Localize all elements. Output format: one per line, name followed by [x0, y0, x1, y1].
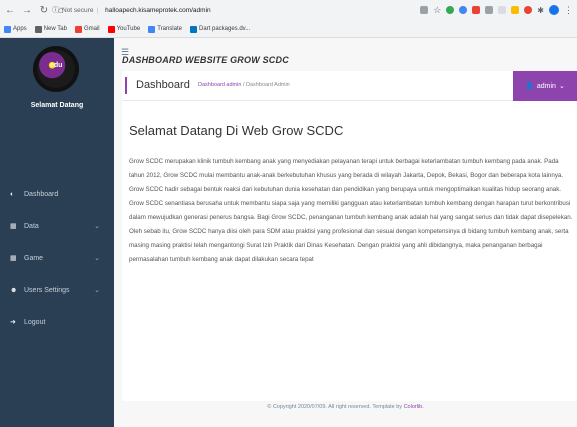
puzzle-icon[interactable]: ✱ [537, 6, 544, 15]
bookmark-label: Dart packages.dv... [198, 26, 251, 32]
extension-icon[interactable] [511, 6, 520, 14]
chevron-down-icon: ⌄ [94, 223, 100, 230]
content-heading: Selamat Datang Di Web Grow SCDC [129, 123, 344, 138]
star-icon[interactable]: ☆ [433, 5, 441, 16]
url-text: halloapech.kisameprotek.com/admin [105, 6, 211, 14]
content-panel: Selamat Datang Di Web Grow SCDC Grow SCD… [122, 101, 577, 401]
site-title: DASHBOARD WEBSITE GROW SCDC [122, 55, 289, 65]
footer: © Copyright 2020/07/09. All right reserv… [114, 404, 577, 410]
breadcrumb-current: Dashboard Admin [246, 82, 290, 88]
dart-icon [189, 25, 197, 33]
profile-avatar[interactable] [549, 5, 559, 15]
address-row: ← → ↻ ⌂ ⓘ Not secure | halloapech.kisame… [0, 0, 577, 20]
header-accent-bar [125, 77, 127, 94]
bookmark-dart[interactable]: Dart packages.dv... [189, 25, 251, 33]
extension-icon[interactable] [420, 6, 429, 14]
footer-text: © Copyright 2020/07/09. All right reserv… [267, 404, 403, 410]
gmail-icon [74, 25, 82, 33]
sidebar-item-label: Data [24, 222, 39, 230]
bookmark-youtube[interactable]: YouTube [107, 25, 141, 33]
sidebar-item-users-settings[interactable]: ☻ Users Settings ⌄ [0, 274, 114, 306]
sidebar-item-dashboard[interactable]: ◐ Dashboard [0, 178, 114, 210]
table-icon: ▦ [10, 255, 17, 262]
chevron-down-icon: ⌄ [94, 255, 100, 262]
sidebar-item-label: Game [24, 254, 44, 262]
sidebar-welcome: Selamat Datang [30, 102, 84, 109]
globe-icon [34, 25, 42, 33]
page-header: Dashboard Dashboard admin / Dashboard Ad… [122, 71, 577, 101]
menu-dots-icon[interactable]: ⋮ [564, 5, 573, 16]
extension-icon[interactable] [485, 6, 494, 14]
logout-icon: ➜ [10, 319, 16, 326]
bookmarks-bar: Apps New Tab Gmail YouTube Translate Dar… [0, 20, 577, 38]
user-menu-label: admin [536, 82, 556, 90]
logo-text: edu [50, 62, 63, 69]
address-bar[interactable]: ⓘ Not secure | halloapech.kisameprotek.c… [52, 3, 432, 17]
reload-icon[interactable]: ↻ [37, 3, 51, 17]
chevron-down-icon: ⌄ [94, 287, 100, 294]
extension-icon[interactable] [446, 6, 455, 14]
sidebar-item-game[interactable]: ▦ Game ⌄ [0, 242, 114, 274]
browser-chrome: ← → ↻ ⌂ ⓘ Not secure | halloapech.kisame… [0, 0, 577, 38]
table-icon: ▦ [10, 223, 17, 230]
sidebar-item-label: Dashboard [24, 190, 59, 198]
extension-icon[interactable] [459, 6, 468, 14]
bookmark-label: YouTube [116, 26, 141, 32]
bookmark-new-tab[interactable]: New Tab [34, 25, 67, 33]
extension-icon[interactable] [524, 6, 533, 14]
youtube-icon [107, 25, 115, 33]
bookmark-label: Gmail [83, 26, 100, 32]
sidebar-item-logout[interactable]: ➜ Logout [0, 306, 114, 338]
security-label: Not secure [62, 6, 94, 14]
breadcrumb: Dashboard admin / Dashboard Admin [198, 82, 290, 88]
sidebar: edu Selamat Datang ◐ Dashboard ▦ Data ⌄ … [0, 38, 114, 427]
info-icon[interactable]: ⓘ [52, 5, 59, 15]
sidebar-item-label: Users Settings [24, 286, 70, 294]
content-paragraph: Grow SCDC merupakan klinik tumbuh kemban… [129, 158, 573, 263]
chevron-down-icon: ⌄ [558, 83, 565, 90]
user-icon: 👤 [525, 83, 534, 90]
bookmark-label: Translate [157, 26, 182, 32]
breadcrumb-separator: / [242, 82, 245, 88]
bookmark-label: Apps [13, 26, 27, 32]
extensions-bar: ☆ ✱ ⋮ [420, 3, 573, 17]
dashboard-icon: ◐ [10, 190, 15, 198]
sidebar-item-data[interactable]: ▦ Data ⌄ [0, 210, 114, 242]
forward-icon[interactable]: → [20, 3, 34, 17]
translate-icon [148, 25, 156, 33]
user-menu-button[interactable]: 👤 admin ⌄ [513, 71, 577, 101]
sidebar-item-label: Logout [24, 318, 46, 326]
breadcrumb-link[interactable]: Dashboard admin [198, 82, 241, 88]
bookmark-translate[interactable]: Translate [148, 25, 182, 33]
sidebar-menu: ◐ Dashboard ▦ Data ⌄ ▦ Game ⌄ ☻ Users Se… [0, 178, 114, 338]
extension-icon[interactable] [498, 6, 507, 14]
page-title: Dashboard [136, 79, 190, 91]
apps-icon [4, 25, 11, 33]
back-icon[interactable]: ← [3, 3, 17, 17]
bookmark-apps[interactable]: Apps [4, 25, 27, 33]
main-area: ☰ DASHBOARD WEBSITE GROW SCDC Dashboard … [114, 38, 577, 427]
logo[interactable]: edu [33, 46, 79, 92]
bookmark-label: New Tab [43, 26, 67, 32]
bookmark-gmail[interactable]: Gmail [74, 25, 100, 33]
footer-link[interactable]: Colorlib. [404, 404, 424, 410]
extension-icon[interactable] [472, 6, 481, 14]
users-icon: ☻ [10, 286, 18, 294]
logo-emblem: edu [37, 50, 75, 88]
